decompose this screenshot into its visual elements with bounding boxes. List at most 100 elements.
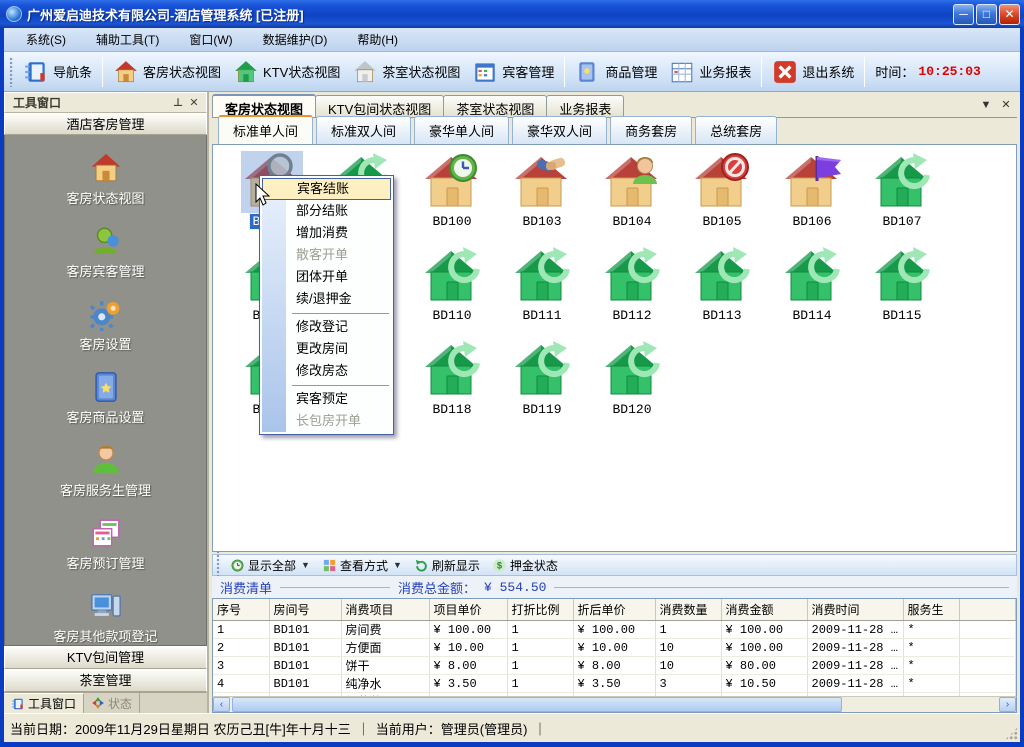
action-button-3[interactable]: $押金状态 xyxy=(486,557,564,574)
context-menu-item-7[interactable]: 修改登记 xyxy=(262,316,391,338)
menu-item-3[interactable]: 数据维护(D) xyxy=(251,28,340,51)
resize-grip[interactable] xyxy=(1005,727,1018,740)
toolbar-grip[interactable] xyxy=(9,57,14,87)
context-menu-item-9[interactable]: 修改房态 xyxy=(262,360,391,382)
room-type-tab-0[interactable]: 标准单人间 xyxy=(218,115,313,144)
room-BD114[interactable]: BD114 xyxy=(767,247,857,341)
menu-item-2[interactable]: 窗口(W) xyxy=(177,28,244,51)
doc-tab-2[interactable]: 茶室状态视图 xyxy=(443,95,547,117)
room-BD107[interactable]: BD107 xyxy=(857,153,947,247)
room-BD104[interactable]: BD104 xyxy=(587,153,677,247)
toolbar-separator xyxy=(564,57,565,87)
scroll-thumb[interactable] xyxy=(232,697,842,712)
pin-icon[interactable]: ⊥ xyxy=(170,96,186,110)
context-menu-item-4[interactable]: 团体开单 xyxy=(262,266,391,288)
context-menu-item-11[interactable]: 宾客预定 xyxy=(262,388,391,410)
sidebar-item-3[interactable]: 客房商品设置 xyxy=(5,370,206,443)
room-BD112[interactable]: BD112 xyxy=(587,247,677,341)
menu-item-1[interactable]: 辅助工具(T) xyxy=(84,28,171,51)
room-BD105[interactable]: BD105 xyxy=(677,153,767,247)
room-BD111[interactable]: BD111 xyxy=(497,247,587,341)
table-cell xyxy=(959,675,1016,693)
room-BD100[interactable]: BD100 xyxy=(407,153,497,247)
doc-tab-1[interactable]: KTV包间状态视图 xyxy=(315,95,444,117)
column-header-9[interactable]: 服务生 xyxy=(903,599,959,621)
table-row[interactable]: 3BD101饼干¥ 8.001¥ 8.0010¥ 80.002009-11-28… xyxy=(213,657,1016,675)
tab-dropdown-icon[interactable]: ▼ xyxy=(977,97,995,115)
toolbar-button-6[interactable]: 业务报表 xyxy=(663,56,757,88)
room-type-tab-3[interactable]: 豪华双人间 xyxy=(512,116,607,144)
dropdown-arrow-icon[interactable]: ▼ xyxy=(393,560,402,570)
room-BD119[interactable]: BD119 xyxy=(497,341,587,435)
room-BD110[interactable]: BD110 xyxy=(407,247,497,341)
room-type-tab-2[interactable]: 豪华单人间 xyxy=(414,116,509,144)
sidebar-item-2[interactable]: 客房设置 xyxy=(5,297,206,370)
sidebar-item-6[interactable]: 客房其他款项登记 xyxy=(5,589,206,646)
toolbar-button-3[interactable]: 茶室状态视图 xyxy=(346,56,466,88)
sidebar-item-label: 客房服务生管理 xyxy=(60,480,151,499)
table-row[interactable]: 1BD101房间费¥ 100.001¥ 100.001¥ 100.002009-… xyxy=(213,621,1016,639)
sidebar-section-button-0[interactable]: KTV包间管理 xyxy=(4,646,207,669)
table-cell: 纯净水 xyxy=(341,675,429,693)
room-BD120[interactable]: BD120 xyxy=(587,341,677,435)
sidebar-item-0[interactable]: 客房状态视图 xyxy=(5,151,206,224)
sidebar-bottom-tab-0[interactable]: 工具窗口 xyxy=(4,693,84,713)
column-header-0[interactable]: 序号 xyxy=(213,599,269,621)
close-panel-icon[interactable]: ✕ xyxy=(186,96,202,110)
scroll-left-button[interactable]: ‹ xyxy=(213,697,230,712)
sidebar-item-4[interactable]: 客房服务生管理 xyxy=(5,443,206,516)
person-green-icon xyxy=(89,224,123,258)
minimize-button[interactable]: ─ xyxy=(953,4,974,25)
action-button-2[interactable]: 刷新显示 xyxy=(408,557,486,574)
column-header-3[interactable]: 项目单价 xyxy=(429,599,507,621)
room-BD115[interactable]: BD115 xyxy=(857,247,947,341)
toolbar-button-4[interactable]: 宾客管理 xyxy=(466,56,560,88)
context-menu-item-0[interactable]: 宾客结账 xyxy=(262,178,391,200)
column-header-1[interactable]: 房间号 xyxy=(269,599,341,621)
context-menu-item-8[interactable]: 更改房间 xyxy=(262,338,391,360)
room-BD106[interactable]: BD106 xyxy=(767,153,857,247)
column-header-8[interactable]: 消费时间 xyxy=(807,599,903,621)
action-button-1[interactable]: 查看方式▼ xyxy=(316,557,408,574)
column-header-5[interactable]: 折后单价 xyxy=(573,599,655,621)
scroll-right-button[interactable]: › xyxy=(999,697,1016,712)
room-action-bar: 显示全部▼查看方式▼刷新显示$押金状态 xyxy=(212,554,1017,576)
toolbar-button-0[interactable]: 导航条 xyxy=(17,56,98,88)
toolbar-button-1[interactable]: 客房状态视图 xyxy=(107,56,227,88)
table-row[interactable]: 2BD101方便面¥ 10.001¥ 10.0010¥ 100.002009-1… xyxy=(213,639,1016,657)
column-header-7[interactable]: 消费金额 xyxy=(721,599,807,621)
tab-close-icon[interactable]: ✕ xyxy=(997,97,1015,115)
sidebar-section-button-1[interactable]: 茶室管理 xyxy=(4,669,207,692)
column-header-6[interactable]: 消费数量 xyxy=(655,599,721,621)
doc-tab-0[interactable]: 客房状态视图 xyxy=(212,94,316,117)
room-BD118[interactable]: BD118 xyxy=(407,341,497,435)
context-menu-item-1[interactable]: 部分结账 xyxy=(262,200,391,222)
action-button-0[interactable]: 显示全部▼ xyxy=(224,557,316,574)
dropdown-arrow-icon[interactable]: ▼ xyxy=(301,560,310,570)
toolbar-button-5[interactable]: 商品管理 xyxy=(569,56,663,88)
menu-bar: 系统(S) 辅助工具(T) 窗口(W) 数据维护(D)帮助(H) xyxy=(4,28,1020,52)
room-type-tab-4[interactable]: 商务套房 xyxy=(610,116,692,144)
toolbar-button-7[interactable]: 退出系统 xyxy=(766,56,860,88)
doc-tab-3[interactable]: 业务报表 xyxy=(546,95,624,117)
column-header-4[interactable]: 打折比例 xyxy=(507,599,573,621)
table-horizontal-scrollbar[interactable]: ‹ › xyxy=(212,696,1017,713)
toolbar-button-2[interactable]: KTV状态视图 xyxy=(227,56,346,88)
menu-item-0[interactable]: 系统(S) xyxy=(14,28,78,51)
context-menu-item-5[interactable]: 续/退押金 xyxy=(262,288,391,310)
room-BD113[interactable]: BD113 xyxy=(677,247,767,341)
column-header-2[interactable]: 消费项目 xyxy=(341,599,429,621)
room-type-tab-1[interactable]: 标准双人间 xyxy=(316,116,411,144)
title-bar: 广州爱启迪技术有限公司-酒店管理系统 [已注册] ─ □ ✕ xyxy=(0,0,1024,28)
close-button[interactable]: ✕ xyxy=(999,4,1020,25)
sidebar-section-hotel-rooms[interactable]: 酒店客房管理 xyxy=(4,113,207,135)
maximize-button[interactable]: □ xyxy=(976,4,997,25)
sidebar-item-1[interactable]: 客房宾客管理 xyxy=(5,224,206,297)
sidebar-bottom-tab-1[interactable]: 状态 xyxy=(84,693,140,713)
table-row[interactable]: 4BD101纯净水¥ 3.501¥ 3.503¥ 10.502009-11-28… xyxy=(213,675,1016,693)
room-BD103[interactable]: BD103 xyxy=(497,153,587,247)
context-menu-item-2[interactable]: 增加消费 xyxy=(262,222,391,244)
sidebar-item-5[interactable]: 客房预订管理 xyxy=(5,516,206,589)
menu-item-4[interactable]: 帮助(H) xyxy=(345,28,410,51)
room-type-tab-5[interactable]: 总统套房 xyxy=(695,116,777,144)
